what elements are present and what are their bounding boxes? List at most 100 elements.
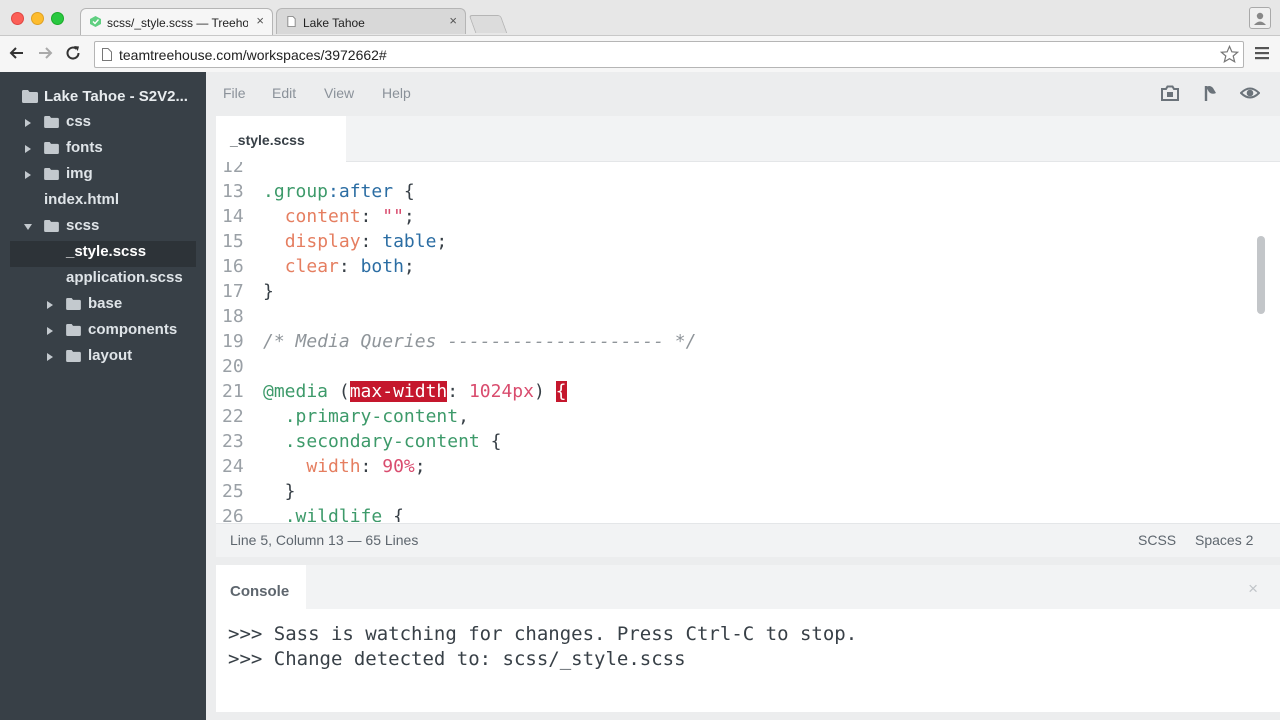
code-line[interactable]: 20: [216, 354, 1256, 379]
console-line: >>> Change detected to: scss/_style.scss: [228, 648, 686, 670]
editor-scrollbar[interactable]: [1257, 236, 1265, 314]
collapse-arrow-icon[interactable]: [24, 224, 32, 230]
url-text: teamtreehouse.com/workspaces/3972662#: [119, 47, 387, 63]
code-text: clear: both;: [284, 256, 415, 277]
code-line[interactable]: 12: [216, 162, 1256, 179]
folder-icon: [66, 298, 81, 310]
tree-folder-components[interactable]: components: [46, 318, 196, 344]
code-text: }: [263, 281, 274, 302]
code-line[interactable]: 26 .wildlife {: [216, 504, 1256, 522]
line-number: 24: [222, 456, 244, 477]
browser-toolbar: teamtreehouse.com/workspaces/3972662#: [0, 35, 1280, 72]
line-number: 22: [222, 406, 244, 427]
tree-label: css: [66, 113, 92, 130]
tree-label: _style.scss: [66, 243, 147, 260]
code-text: display: table;: [284, 231, 448, 252]
console-close-icon[interactable]: ×: [1248, 579, 1258, 599]
indent-setting[interactable]: Spaces 2: [1195, 532, 1253, 548]
browser-tab-lake-tahoe[interactable]: Lake Tahoe ×: [276, 8, 466, 34]
code-line[interactable]: 25 }: [216, 479, 1256, 504]
expand-arrow-icon[interactable]: [25, 171, 31, 179]
tree-file-index-html[interactable]: index.html: [24, 188, 196, 214]
tree-folder-css[interactable]: css: [24, 110, 196, 136]
workspace-menu-bar: File Edit View Help: [216, 72, 1280, 116]
console-title: Console: [230, 583, 290, 600]
preview-eye-icon[interactable]: [1240, 83, 1260, 103]
expand-arrow-icon[interactable]: [25, 119, 31, 127]
folder-icon: [44, 116, 59, 128]
cursor-position: Line 5, Column 13 — 65 Lines: [230, 532, 419, 548]
console-tab[interactable]: Console: [216, 565, 306, 609]
back-arrow-icon[interactable]: [8, 44, 26, 62]
forward-arrow-icon[interactable]: [36, 44, 54, 62]
folder-icon: [44, 168, 59, 180]
share-icon[interactable]: [1200, 83, 1220, 103]
bookmark-star-icon[interactable]: [1220, 45, 1239, 64]
expand-arrow-icon[interactable]: [25, 145, 31, 153]
menu-edit[interactable]: Edit: [272, 85, 296, 101]
expand-arrow-icon[interactable]: [47, 327, 53, 335]
project-title[interactable]: Lake Tahoe - S2V2...: [44, 88, 188, 105]
code-text: .secondary-content {: [284, 431, 502, 452]
code-text: .wildlife {: [284, 506, 404, 522]
syntax-mode[interactable]: SCSS: [1138, 532, 1176, 548]
line-number: 20: [222, 356, 244, 377]
tree-file-application-scss[interactable]: application.scss: [46, 266, 196, 292]
tab-close-icon[interactable]: ×: [256, 13, 264, 28]
menu-view[interactable]: View: [324, 85, 354, 101]
code-line[interactable]: 23 .secondary-content {: [216, 429, 1256, 454]
line-number: 13: [222, 181, 244, 202]
menu-help[interactable]: Help: [382, 85, 411, 101]
browser-tab-treehouse[interactable]: scss/_style.scss — Treehouse ×: [80, 8, 273, 35]
line-number: 25: [222, 481, 244, 502]
close-window-button[interactable]: [11, 12, 24, 25]
folder-icon: [66, 324, 81, 336]
maximize-window-button[interactable]: [51, 12, 64, 25]
line-number: 26: [222, 506, 244, 522]
reload-icon[interactable]: [64, 44, 82, 62]
browser-menu-icon[interactable]: [1254, 44, 1270, 62]
code-line[interactable]: 21 @media (max-width: 1024px) {: [216, 379, 1256, 404]
profile-button[interactable]: [1249, 7, 1271, 29]
tree-label: base: [88, 295, 123, 312]
code-line[interactable]: 13 .group:after {: [216, 179, 1256, 204]
minimize-window-button[interactable]: [31, 12, 44, 25]
tree-folder-base[interactable]: base: [46, 292, 196, 318]
new-tab-button[interactable]: [468, 15, 508, 33]
tree-folder-scss[interactable]: scss: [24, 214, 196, 240]
code-line[interactable]: 22 .primary-content,: [216, 404, 1256, 429]
expand-arrow-icon[interactable]: [47, 301, 53, 309]
line-number: 18: [222, 306, 244, 327]
code-text: .group:after {: [263, 181, 415, 202]
code-line[interactable]: 15 display: table;: [216, 229, 1256, 254]
code-text: .primary-content,: [284, 406, 469, 427]
code-line[interactable]: 14 content: "";: [216, 204, 1256, 229]
folder-icon: [44, 220, 59, 232]
tree-folder-img[interactable]: img: [24, 162, 196, 188]
editor-tab-style-scss[interactable]: _style.scss: [216, 116, 346, 162]
page-icon: [102, 48, 112, 61]
tree-folder-layout[interactable]: layout: [46, 344, 196, 370]
snapshot-icon[interactable]: [1160, 83, 1180, 103]
tree-label: application.scss: [66, 269, 183, 286]
code-line[interactable]: 24 width: 90%;: [216, 454, 1256, 479]
tree-file-style-scss[interactable]: _style.scss: [46, 240, 196, 266]
code-line[interactable]: 19 /* Media Queries -------------------- …: [216, 329, 1256, 354]
line-number: 12: [222, 162, 244, 177]
line-number: 15: [222, 231, 244, 252]
tree-folder-fonts[interactable]: fonts: [24, 136, 196, 162]
expand-arrow-icon[interactable]: [47, 353, 53, 361]
folder-icon: [66, 350, 81, 362]
address-bar[interactable]: teamtreehouse.com/workspaces/3972662#: [94, 41, 1244, 68]
line-number: 17: [222, 281, 244, 302]
tree-label: scss: [66, 217, 100, 234]
person-icon: [1254, 12, 1266, 25]
tab-close-icon[interactable]: ×: [449, 13, 457, 28]
console-header: Console ×: [216, 565, 1280, 609]
treehouse-favicon-icon: [90, 16, 101, 27]
code-line[interactable]: 18: [216, 304, 1256, 329]
menu-file[interactable]: File: [223, 85, 246, 101]
code-editor[interactable]: 12 13 .group:after {14 content: ""; 15 disp…: [216, 162, 1260, 522]
code-line[interactable]: 17}: [216, 279, 1256, 304]
code-line[interactable]: 16 clear: both;: [216, 254, 1256, 279]
